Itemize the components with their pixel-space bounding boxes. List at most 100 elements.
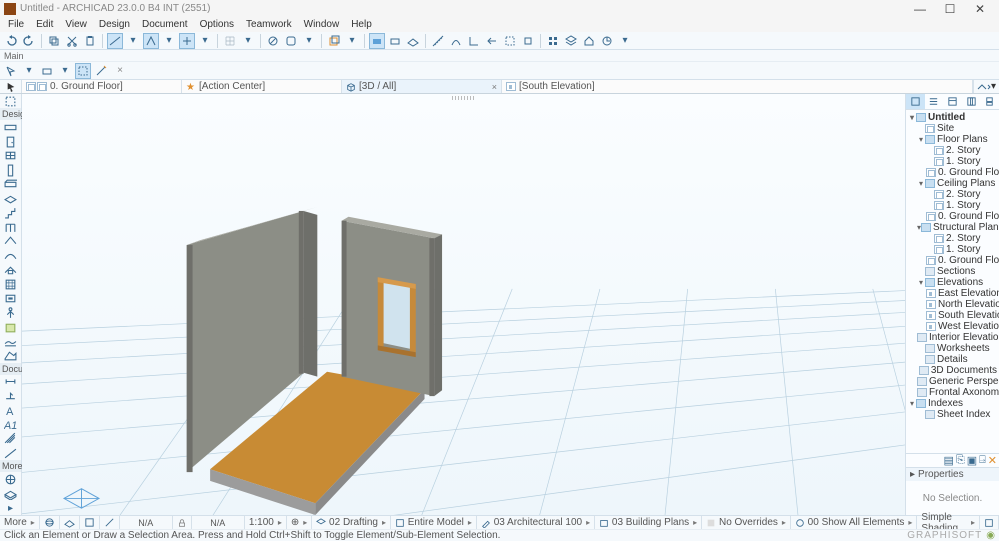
- guideline-2-button[interactable]: ▾: [125, 33, 141, 49]
- properties-header[interactable]: ▸ Properties: [906, 468, 999, 481]
- tree-node[interactable]: Sheet Index: [906, 409, 999, 420]
- tree-node[interactable]: Frontal Axonometry: [906, 387, 999, 398]
- nav-delete-icon[interactable]: ✕: [988, 454, 997, 467]
- tree-node[interactable]: North Elevation: [906, 299, 999, 310]
- tree-node[interactable]: ▾Ceiling Plans: [906, 178, 999, 189]
- close-infobar-button[interactable]: ×: [112, 63, 128, 79]
- stair-tool[interactable]: [0, 206, 21, 220]
- qo-more[interactable]: More▸: [0, 516, 40, 529]
- menu-document[interactable]: Document: [136, 18, 194, 31]
- qo-view3-icon[interactable]: [100, 516, 120, 529]
- tab-ground-floor[interactable]: 0. Ground Floor]: [22, 80, 182, 93]
- tree-node[interactable]: Worksheets: [906, 343, 999, 354]
- column-tool[interactable]: [0, 163, 21, 177]
- shape-button[interactable]: [283, 33, 299, 49]
- object-tool[interactable]: [0, 306, 21, 320]
- zone-tool[interactable]: [0, 320, 21, 334]
- nav-open-icon[interactable]: ⍈: [979, 454, 986, 467]
- tree-node[interactable]: Sections: [906, 266, 999, 277]
- twisty-icon[interactable]: ▾: [917, 179, 925, 188]
- plane-2-button[interactable]: [387, 33, 403, 49]
- qo-coord2[interactable]: [192, 516, 245, 529]
- qo-view1-icon[interactable]: [60, 516, 80, 529]
- line-tool[interactable]: [0, 446, 21, 460]
- qo-coord1[interactable]: [120, 516, 173, 529]
- tree-node[interactable]: West Elevation: [906, 321, 999, 332]
- trace-drop[interactable]: ▾: [344, 33, 360, 49]
- railing-tool[interactable]: [0, 220, 21, 234]
- arrow-mode-button[interactable]: [3, 63, 19, 79]
- element-snap-drop[interactable]: ▾: [197, 33, 213, 49]
- geometry-a-button[interactable]: [39, 63, 55, 79]
- menu-options[interactable]: Options: [194, 18, 240, 31]
- nav-new-icon[interactable]: ⎘: [956, 454, 965, 467]
- qo-penset[interactable]: 03 Architectural 100▸: [477, 516, 595, 529]
- slab-tool[interactable]: [0, 192, 21, 206]
- tree-node[interactable]: Generic Perspective: [906, 376, 999, 387]
- tab-close-button[interactable]: ×: [492, 82, 497, 92]
- home-button[interactable]: [581, 33, 597, 49]
- twisty-icon[interactable]: ▾: [917, 135, 925, 144]
- qo-shading[interactable]: Simple Shading▸: [917, 516, 980, 529]
- nav-project-map[interactable]: [906, 94, 925, 109]
- grid-drop[interactable]: ▾: [240, 33, 256, 49]
- grid-button[interactable]: [222, 33, 238, 49]
- magic-wand-button[interactable]: [93, 63, 109, 79]
- skylight-tool[interactable]: [0, 263, 21, 277]
- close-window-button[interactable]: ✕: [965, 2, 995, 16]
- mesh-tool[interactable]: [0, 334, 21, 348]
- tree-node[interactable]: ▾Indexes: [906, 398, 999, 409]
- fill-tool[interactable]: [0, 432, 21, 446]
- tree-node[interactable]: Details: [906, 354, 999, 365]
- tree-node[interactable]: 0. Ground Floor: [906, 255, 999, 266]
- plane-1-button[interactable]: [369, 33, 385, 49]
- wall-tool[interactable]: [0, 120, 21, 134]
- renovation-drop[interactable]: ▾: [617, 33, 633, 49]
- tab-action-center[interactable]: ★ [Action Center]: [182, 80, 342, 93]
- tab-3d[interactable]: [3D / All] ×: [342, 80, 502, 93]
- tree-node[interactable]: 1. Story: [906, 244, 999, 255]
- menu-edit[interactable]: Edit: [30, 18, 59, 31]
- arrow-tool[interactable]: [0, 80, 22, 93]
- minimize-button[interactable]: —: [905, 2, 935, 16]
- qo-mvo[interactable]: 03 Building Plans▸: [595, 516, 702, 529]
- tree-node[interactable]: ▾Untitled: [906, 112, 999, 123]
- nav-settings-icon[interactable]: ▤: [944, 454, 954, 467]
- undo-button[interactable]: [3, 33, 19, 49]
- qo-orbit-icon[interactable]: [40, 516, 60, 529]
- tool-e-button[interactable]: [520, 33, 536, 49]
- camera-tool[interactable]: [0, 487, 21, 501]
- tree-node[interactable]: 0. Ground Floor: [906, 211, 999, 222]
- twisty-icon[interactable]: ▾: [908, 113, 916, 122]
- cut-button[interactable]: [64, 33, 80, 49]
- qo-coord-lock[interactable]: [173, 516, 192, 529]
- door-tool[interactable]: [0, 135, 21, 149]
- tree-node[interactable]: 1. Story: [906, 200, 999, 211]
- tool-c-button[interactable]: [484, 33, 500, 49]
- snap-drop-button[interactable]: ▾: [161, 33, 177, 49]
- opening-tool[interactable]: [0, 291, 21, 305]
- tree-node[interactable]: ▾Elevations: [906, 277, 999, 288]
- snap-button[interactable]: [143, 33, 159, 49]
- qo-zoom[interactable]: ⊕▸: [287, 516, 312, 529]
- marquee-tool[interactable]: [0, 94, 21, 108]
- paste-button[interactable]: [82, 33, 98, 49]
- qo-overrides[interactable]: No Overrides▸: [702, 516, 791, 529]
- qo-scale[interactable]: 1:100▸: [245, 516, 287, 529]
- label-tool[interactable]: A1: [0, 418, 21, 432]
- tree-node[interactable]: ▾Structural Plans: [906, 222, 999, 233]
- twisty-icon[interactable]: ▾: [908, 399, 916, 408]
- menu-window[interactable]: Window: [298, 18, 346, 31]
- nav-view-map[interactable]: [925, 94, 944, 109]
- menu-design[interactable]: Design: [93, 18, 136, 31]
- qo-layer-combo[interactable]: 02 Drafting▸: [312, 516, 391, 529]
- tree-node[interactable]: East Elevation: [906, 288, 999, 299]
- suspend-button[interactable]: [265, 33, 281, 49]
- grid-tool[interactable]: [0, 472, 21, 486]
- tree-node[interactable]: South Elevation: [906, 310, 999, 321]
- qo-view2-icon[interactable]: [80, 516, 100, 529]
- beam-tool[interactable]: [0, 177, 21, 191]
- shape-drop[interactable]: ▾: [301, 33, 317, 49]
- arrow-drop[interactable]: ▾: [21, 63, 37, 79]
- twisty-icon[interactable]: ▾: [917, 278, 925, 287]
